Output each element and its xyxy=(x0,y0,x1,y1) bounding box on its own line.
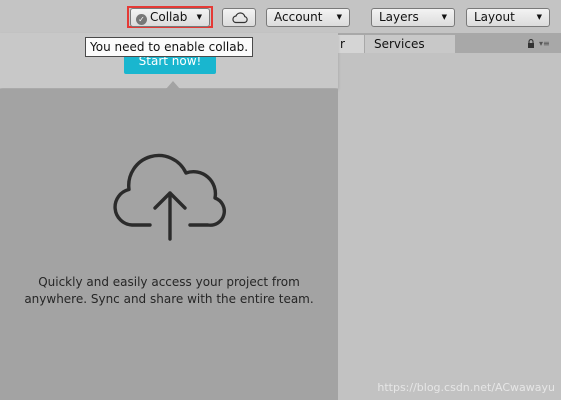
layers-label: Layers xyxy=(379,10,419,24)
toolbar: ✓ Collab ▼ Account ▼ Layers ▼ Layout ▼ xyxy=(0,0,561,33)
lock-icon[interactable] xyxy=(527,39,535,48)
chevron-down-icon: ▼ xyxy=(336,13,342,21)
menu-icon[interactable]: ▾≡ xyxy=(539,40,550,48)
collab-check-icon: ✓ xyxy=(136,14,147,25)
tooltip: You need to enable collab. xyxy=(85,37,254,57)
cloud-icon xyxy=(232,12,248,24)
tab-services[interactable]: Services xyxy=(365,35,455,53)
chevron-down-icon: ▼ xyxy=(441,13,447,21)
collab-button[interactable]: ✓ Collab ▼ xyxy=(130,8,210,27)
chevron-down-icon: ▼ xyxy=(196,13,202,21)
tab-strip: r Services ▾≡ xyxy=(338,33,561,53)
watermark: https://blog.csdn.net/ACwawayu xyxy=(377,381,555,394)
collab-description: Quickly and easily access your project f… xyxy=(0,274,338,308)
layout-label: Layout xyxy=(474,10,515,24)
cloud-upload-icon xyxy=(113,153,226,241)
layout-dropdown[interactable]: Layout ▼ xyxy=(466,8,550,27)
account-label: Account xyxy=(274,10,323,24)
cloud-button[interactable] xyxy=(222,8,256,27)
description-line-1: Quickly and easily access your project f… xyxy=(38,275,300,289)
account-dropdown[interactable]: Account ▼ xyxy=(266,8,350,27)
description-line-2: anywhere. Sync and share with the entire… xyxy=(24,292,314,306)
chevron-down-icon: ▼ xyxy=(536,13,542,21)
layers-dropdown[interactable]: Layers ▼ xyxy=(371,8,455,27)
tab-previous[interactable]: r xyxy=(338,35,364,53)
collab-popup-body: Quickly and easily access your project f… xyxy=(0,89,338,400)
services-panel xyxy=(338,53,561,400)
collab-button-label: Collab xyxy=(150,10,188,24)
popup-pointer xyxy=(166,81,180,89)
